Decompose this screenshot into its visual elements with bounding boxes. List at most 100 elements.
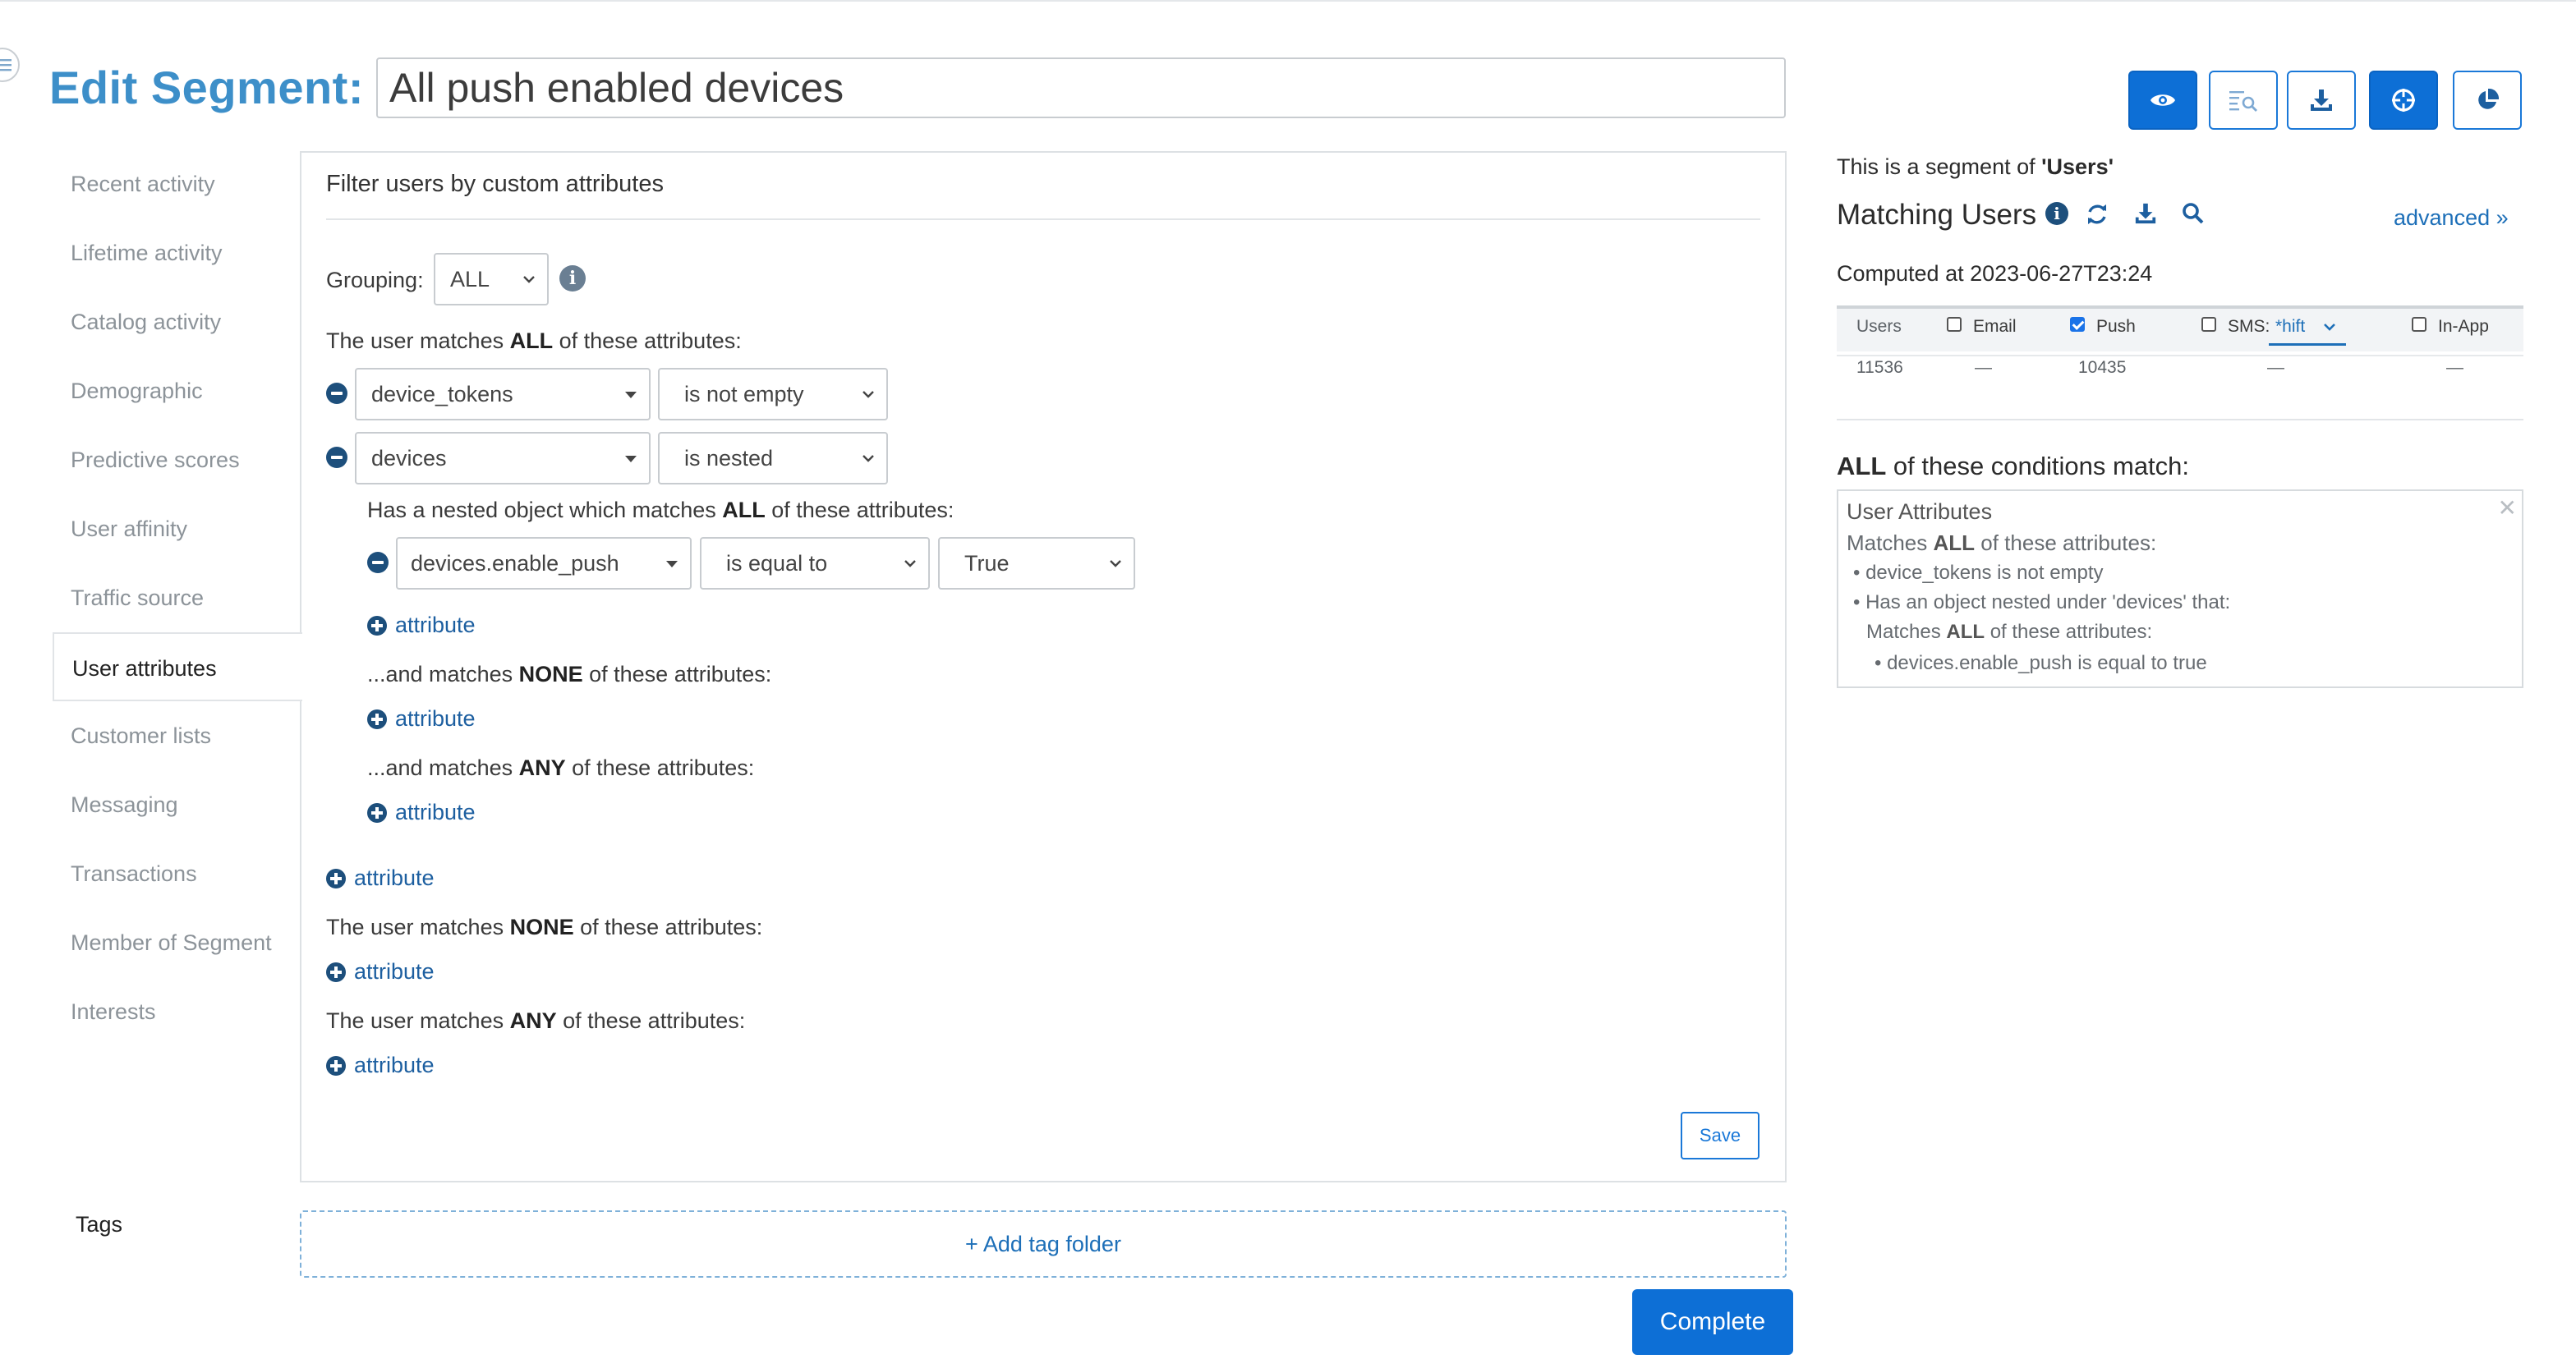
add-nested-all-attribute[interactable]: attribute	[367, 613, 476, 638]
computed-at-text: Computed at 2023-06-27T23:24	[1837, 261, 2153, 286]
panel-divider	[326, 218, 1760, 220]
grouping-info-icon[interactable]: i	[559, 265, 586, 292]
plus-circle-icon	[367, 709, 387, 729]
conditions-title: ALL of these conditions match:	[1837, 452, 2190, 480]
right-panel-divider	[1837, 419, 2523, 420]
pie-chart-icon	[2478, 88, 2500, 109]
add-tag-folder-button[interactable]: + Add tag folder	[300, 1210, 1787, 1278]
table-divider	[1837, 355, 2523, 356]
category-sidebar: Recent activity Lifetime activity Catalo…	[53, 149, 302, 1046]
sidebar-item-transactions[interactable]: Transactions	[53, 839, 301, 908]
email-checkbox[interactable]	[1947, 317, 1962, 332]
sms-checkbox[interactable]	[2201, 317, 2216, 332]
attribute-select[interactable]: devices	[355, 432, 651, 484]
inapp-checkbox[interactable]	[2412, 317, 2426, 332]
nested-any-heading: ...and matches ANY of these attributes:	[367, 755, 755, 780]
remove-nested-row-icon[interactable]	[367, 552, 389, 573]
report-button[interactable]	[2453, 71, 2522, 130]
grouping-select[interactable]: ALL	[434, 253, 549, 305]
conditions-summary: ✕ User Attributes Matches ALL of these a…	[1837, 489, 2523, 688]
sidebar-item-messaging[interactable]: Messaging	[53, 770, 301, 839]
download-icon	[2311, 90, 2332, 111]
any-attributes-heading: The user matches ANY of these attributes…	[326, 1008, 746, 1033]
nested-value-select[interactable]: True	[938, 537, 1135, 590]
summary-line: • Has an object nested under 'devices' t…	[1853, 591, 2231, 613]
caret-down-icon	[666, 561, 678, 567]
sidebar-item-interests[interactable]: Interests	[53, 977, 301, 1046]
operator-select[interactable]: is not empty	[658, 368, 888, 420]
sidebar-item-customer-lists[interactable]: Customer lists	[53, 701, 301, 770]
plus-circle-icon	[326, 868, 346, 888]
refresh-icon[interactable]	[2085, 202, 2109, 227]
crosshair-icon	[2392, 89, 2415, 112]
summary-line: Matches ALL of these attributes:	[1847, 530, 2157, 555]
add-nested-none-attribute[interactable]: attribute	[367, 706, 476, 732]
export-button[interactable]	[2287, 71, 2356, 130]
menu-toggle-button[interactable]	[0, 48, 20, 82]
sidebar-item-recent-activity[interactable]: Recent activity	[53, 149, 301, 218]
search-list-icon	[2229, 91, 2257, 112]
nested-attribute-select[interactable]: devices.enable_push	[396, 537, 692, 590]
summary-line: • devices.enable_push is equal to true	[1874, 652, 2207, 674]
push-checkbox[interactable]	[2070, 317, 2085, 332]
remove-row-icon[interactable]	[326, 383, 347, 404]
query-builder-button[interactable]	[2209, 71, 2278, 130]
chevron-down-icon	[2324, 324, 2335, 331]
col-sms: SMS:	[2228, 317, 2270, 336]
add-none-attribute[interactable]: attribute	[326, 959, 435, 985]
sms-count: —	[2267, 358, 2284, 377]
sidebar-item-catalog-activity[interactable]: Catalog activity	[53, 287, 301, 356]
save-button[interactable]: Save	[1681, 1112, 1760, 1159]
caret-down-icon	[625, 392, 637, 398]
close-icon[interactable]: ✕	[2498, 494, 2517, 521]
add-any-attribute[interactable]: attribute	[326, 1053, 435, 1078]
sidebar-item-user-affinity[interactable]: User affinity	[53, 494, 301, 563]
segment-name-input[interactable]	[376, 57, 1786, 118]
add-all-attribute[interactable]: attribute	[326, 865, 435, 891]
sidebar-item-member-of-segment[interactable]: Member of Segment	[53, 908, 301, 977]
users-count: 11536	[1856, 358, 1903, 377]
plus-circle-icon	[367, 615, 387, 636]
sidebar-item-demographic[interactable]: Demographic	[53, 356, 301, 425]
summary-line: Matches ALL of these attributes:	[1866, 621, 2153, 643]
grouping-label: Grouping:	[326, 268, 424, 292]
col-push: Push	[2096, 317, 2136, 336]
sidebar-item-traffic-source[interactable]: Traffic source	[53, 563, 301, 632]
sidebar-item-predictive-scores[interactable]: Predictive scores	[53, 425, 301, 494]
matching-users-title: Matching Users	[1837, 199, 2037, 231]
add-nested-any-attribute[interactable]: attribute	[367, 800, 476, 825]
sidebar-item-user-attributes[interactable]: User attributes	[53, 632, 302, 701]
search-icon[interactable]	[2182, 202, 2205, 225]
grouping-value: ALL	[450, 267, 490, 292]
remove-row-icon[interactable]	[326, 447, 347, 468]
matching-info-icon[interactable]: i	[2045, 202, 2068, 225]
sms-subscription-select[interactable]: *hift	[2269, 314, 2346, 346]
eye-icon	[2150, 94, 2175, 106]
filter-panel: Filter users by custom attributes Groupi…	[300, 151, 1787, 1182]
plus-circle-icon	[367, 802, 387, 823]
segment-editor-page: Edit Segment: All push enabled devices R…	[0, 0, 2576, 1359]
all-attributes-heading: The user matches ALL of these attributes…	[326, 328, 742, 353]
caret-down-icon	[625, 456, 637, 462]
preview-button[interactable]	[2128, 71, 2197, 130]
nested-all-heading: Has a nested object which matches ALL of…	[367, 498, 954, 522]
email-count: —	[1975, 358, 1992, 377]
nested-none-heading: ...and matches NONE of these attributes:	[367, 662, 772, 686]
download-icon[interactable]	[2134, 202, 2157, 225]
target-button[interactable]	[2369, 71, 2438, 130]
advanced-link[interactable]: advanced »	[2394, 205, 2509, 231]
complete-button[interactable]: Complete	[1632, 1289, 1793, 1355]
summary-line: • device_tokens is not empty	[1853, 562, 2104, 584]
page-title: Edit Segment:	[49, 62, 364, 113]
plus-circle-icon	[326, 962, 346, 982]
chevron-down-icon	[1110, 560, 1121, 567]
attribute-select[interactable]: device_tokens	[355, 368, 651, 420]
push-count: 10435	[2078, 358, 2127, 377]
chevron-down-icon	[862, 391, 874, 398]
operator-select[interactable]: is nested	[658, 432, 888, 484]
inapp-count: —	[2446, 358, 2463, 377]
col-inapp: In-App	[2438, 317, 2489, 336]
nested-operator-select[interactable]: is equal to	[700, 537, 930, 590]
hamburger-icon	[0, 59, 12, 71]
sidebar-item-lifetime-activity[interactable]: Lifetime activity	[53, 218, 301, 287]
